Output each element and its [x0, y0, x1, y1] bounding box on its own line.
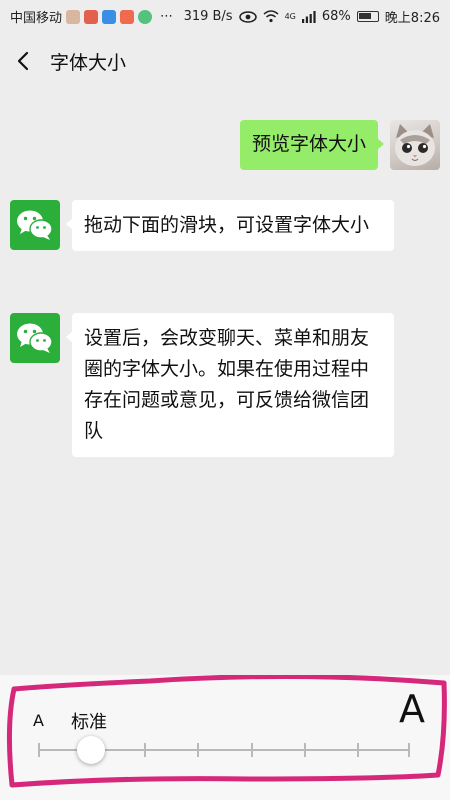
large-font-label: A [399, 687, 425, 731]
back-button[interactable] [0, 33, 48, 89]
status-bar: 中国移动 ⋯ 319 B/s 4G 68% 晚上8:26 [0, 0, 450, 33]
slider-tick[interactable] [38, 743, 40, 757]
sent-message: 预览字体大小 [239, 120, 440, 170]
app-notification-icon [66, 9, 81, 24]
eye-icon [238, 10, 257, 23]
wechat-avatar [10, 200, 60, 250]
received-message: 拖动下面的滑块，可设置字体大小 [10, 200, 394, 251]
app-notification-icon [102, 9, 117, 24]
signal-icon [301, 10, 316, 23]
user-avatar [390, 120, 440, 170]
wechat-avatar [10, 313, 60, 363]
slider-tick[interactable] [251, 743, 253, 757]
slider-thumb[interactable] [77, 736, 105, 764]
message-bubble: 拖动下面的滑块，可设置字体大小 [66, 200, 394, 251]
battery-percent: 68% [321, 9, 351, 24]
slider-tick[interactable] [357, 743, 359, 757]
app-notification-icon [84, 9, 99, 24]
page-title: 字体大小 [50, 51, 127, 74]
small-font-label: A [33, 711, 44, 730]
header-bar: 字体大小 [0, 33, 450, 89]
wifi-icon [263, 10, 279, 23]
chevron-left-icon [17, 51, 29, 71]
preview-message-bubble: 预览字体大小 [239, 120, 385, 170]
wechat-logo-icon [17, 210, 53, 240]
slider-tick[interactable] [197, 743, 199, 757]
network-type-label: 4G [284, 12, 296, 21]
wechat-logo-icon [17, 323, 53, 353]
font-level-label: 标准 [71, 712, 107, 733]
clock: 晚上8:26 [384, 11, 440, 26]
carrier-label: 中国移动 [10, 11, 63, 26]
font-size-panel: A 标准 A [0, 675, 450, 800]
kitten-avatar-image [395, 124, 435, 166]
battery-icon [356, 11, 379, 22]
slider-tick[interactable] [304, 743, 306, 757]
received-message: 设置后，会改变聊天、菜单和朋友圈的字体大小。如果在使用过程中存在问题或意见，可反… [10, 313, 394, 457]
slider-tick[interactable] [408, 743, 410, 757]
chat-preview-area: 预览字体大小 拖动下面的滑块，可设置字体大小 设置后，会改变聊天、菜单和朋友圈的… [0, 89, 450, 675]
app-notification-icon [120, 9, 135, 24]
font-size-slider[interactable] [38, 736, 410, 767]
app-notification-icon [138, 9, 153, 24]
more-notifications-icon: ⋯ [160, 9, 175, 24]
message-bubble: 设置后，会改变聊天、菜单和朋友圈的字体大小。如果在使用过程中存在问题或意见，可反… [66, 313, 394, 457]
network-speed: 319 B/s [183, 9, 233, 24]
slider-tick[interactable] [144, 743, 146, 757]
